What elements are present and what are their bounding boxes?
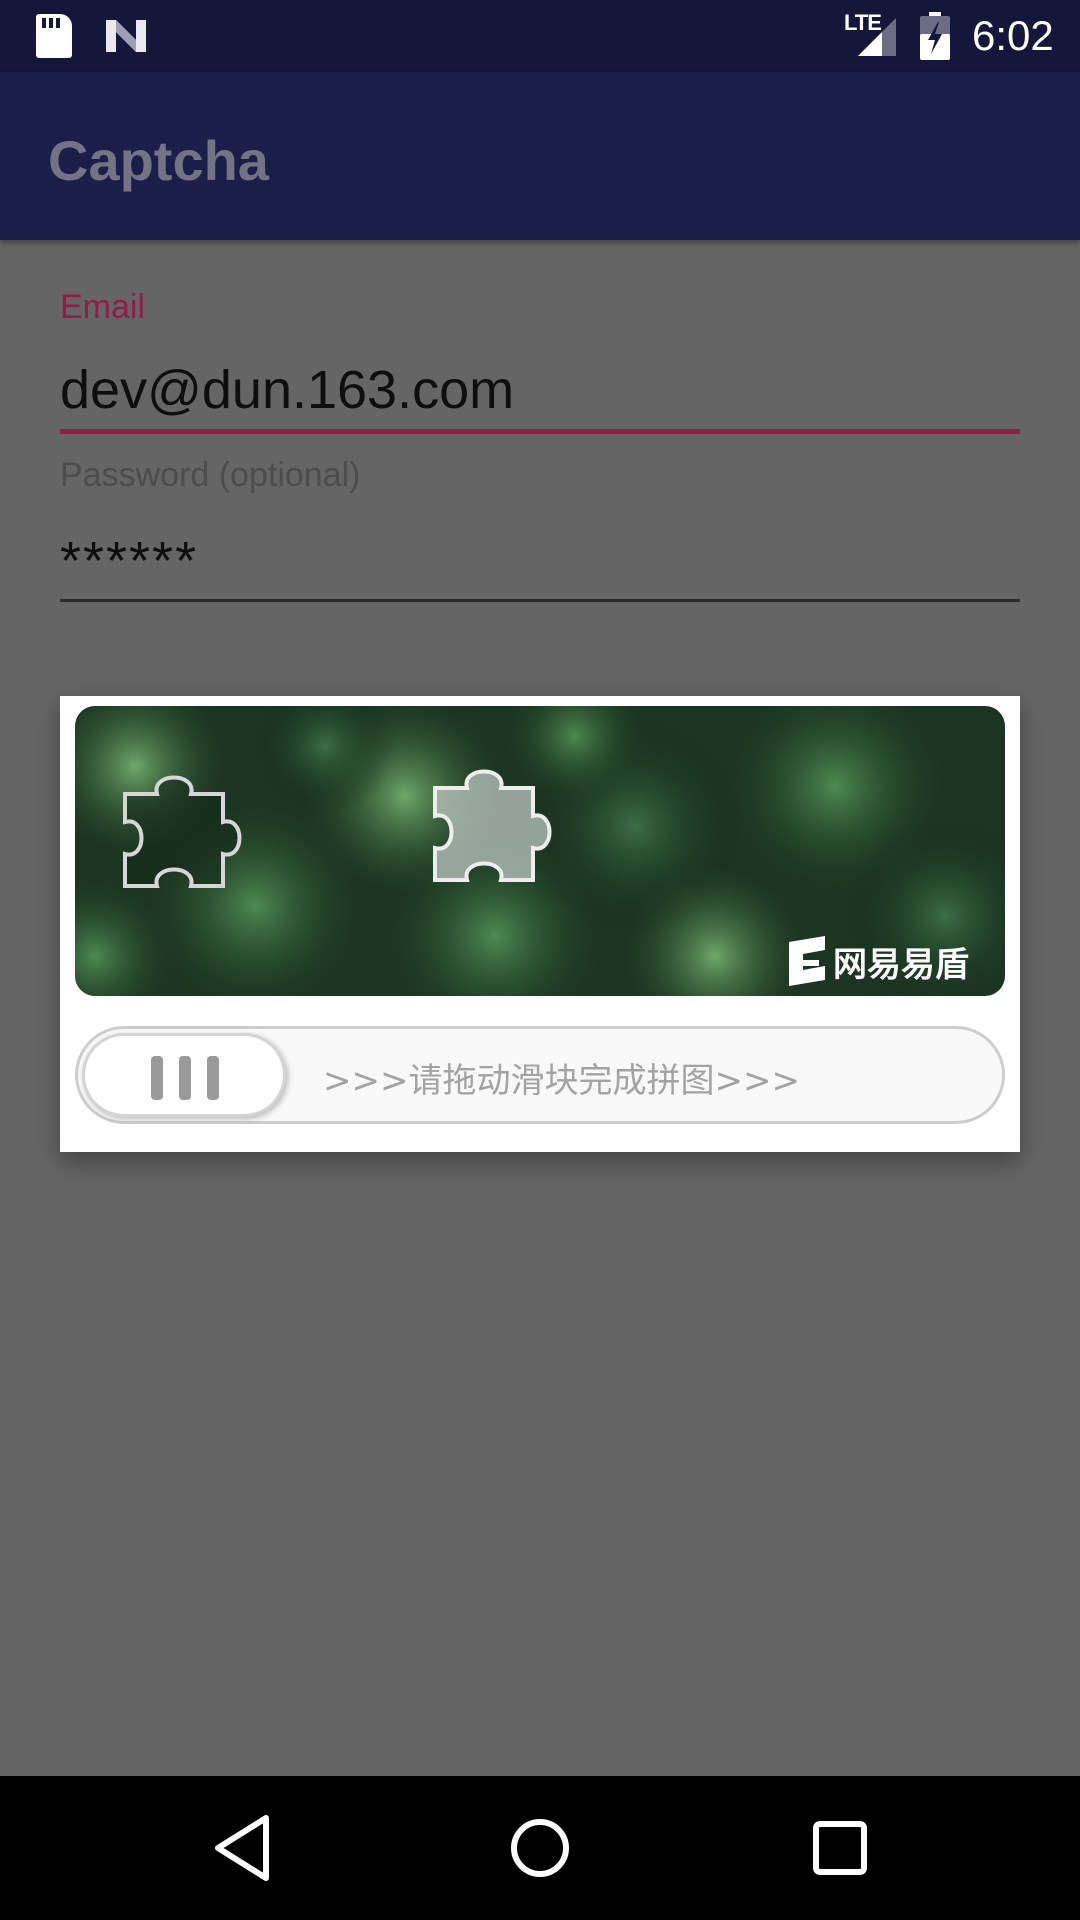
recents-icon[interactable]: [800, 1808, 880, 1888]
navigation-bar: [0, 1776, 1080, 1920]
password-label: Password (optional): [60, 456, 361, 494]
brand-watermark: 网易易盾: [785, 936, 969, 986]
n-logo-icon: [106, 20, 146, 52]
netease-logo-icon: [789, 936, 825, 986]
sd-card-icon: [36, 14, 72, 58]
clock: 6:02: [972, 12, 1054, 59]
password-field[interactable]: ******: [60, 526, 1020, 602]
puzzle-slot: [123, 775, 242, 888]
puzzle-piece[interactable]: [421, 758, 561, 898]
email-label: Email: [60, 288, 146, 326]
captcha-dialog: 网易易盾 >>>请拖动滑块完成拼图>>>: [60, 696, 1020, 1152]
grip-line-icon: [207, 1056, 219, 1100]
status-bar: LTE 6:02: [0, 0, 1080, 72]
slider-handle[interactable]: [82, 1033, 286, 1117]
grip-line-icon: [179, 1056, 191, 1100]
grip-line-icon: [151, 1056, 163, 1100]
app-bar: Captcha: [0, 72, 1080, 240]
puzzle-image: 网易易盾: [75, 706, 1005, 996]
app-title: Captcha: [48, 129, 269, 192]
email-field[interactable]: dev@dun.163.com: [60, 354, 1020, 434]
battery-icon: [920, 12, 950, 60]
slider-hint: >>>请拖动滑块完成拼图>>>: [323, 1061, 800, 1101]
back-icon[interactable]: [202, 1808, 282, 1888]
home-icon[interactable]: [500, 1808, 580, 1888]
brand-name: 网易易盾: [833, 945, 969, 984]
signal-icon: [858, 18, 896, 56]
slider-track[interactable]: >>>请拖动滑块完成拼图>>>: [75, 1026, 1005, 1124]
